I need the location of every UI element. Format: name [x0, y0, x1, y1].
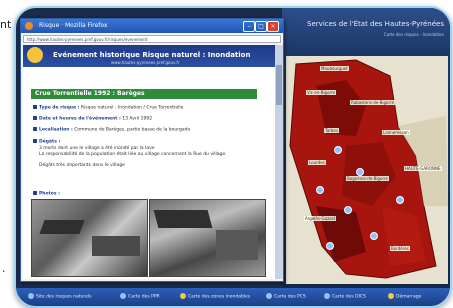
- event-title: Crue Torrentielle 1992 : Barèges: [35, 90, 145, 97]
- banner-url: www.hautes-pyrenees.pref.gouv.fr: [111, 60, 180, 65]
- field-date: Date et heures de l'événement : 13 Avril…: [33, 116, 152, 122]
- map-label: Bordères: [390, 246, 410, 251]
- flood-photo[interactable]: [31, 199, 148, 277]
- window-scrollbar[interactable]: [275, 45, 283, 279]
- field-risk-type: Type de risque : Risque naturel - Inonda…: [33, 105, 183, 111]
- flood-photo[interactable]: [149, 199, 266, 277]
- map-header: Services de l'État des Hautes-Pyrénées C…: [282, 8, 450, 58]
- window-title: Risque · Mozilla Firefox: [39, 22, 108, 29]
- photo-detail: [39, 220, 85, 234]
- map-label: Lourdes: [308, 160, 326, 165]
- map-marker[interactable]: [344, 206, 352, 214]
- map-label: Vic-en-Bigorre: [306, 90, 337, 95]
- field-label: Type de risque :: [39, 105, 80, 111]
- field-value: Commune de Barèges, partie basse de la b…: [74, 127, 191, 133]
- bullet-icon: [33, 139, 37, 143]
- screen-frame: Services de l'État des Hautes-Pyrénées C…: [14, 6, 452, 308]
- damage-line: Dégâts très importants dans le village: [39, 163, 125, 168]
- field-value: Risque naturel - Inondation / Crue Torre…: [80, 105, 184, 111]
- map-marker[interactable]: [356, 168, 364, 176]
- firefox-icon: [25, 22, 33, 30]
- address-bar[interactable]: http://www.hautes-pyrenees.pref.gouv.fr/…: [23, 35, 281, 43]
- taskbar-item[interactable]: Carte des DICS: [324, 293, 366, 300]
- map-marker[interactable]: [326, 242, 334, 250]
- browser-window: Risque · Mozilla Firefox – □ × http://ww…: [20, 18, 284, 282]
- start-button[interactable]: Démarrage: [388, 293, 421, 300]
- field-label: Localisation :: [39, 127, 73, 133]
- photo-detail: [216, 230, 258, 260]
- map-marker[interactable]: [370, 232, 378, 240]
- warning-icon: [27, 47, 43, 63]
- app-icon: [266, 293, 272, 299]
- taskbar-item[interactable]: Carte des PCS: [266, 293, 306, 300]
- scrollbar-thumb[interactable]: [276, 65, 282, 105]
- bullet-icon: [33, 191, 37, 195]
- taskbar-item[interactable]: Site des risques naturels: [28, 293, 92, 300]
- map-label: Maubourguet: [320, 66, 349, 71]
- page-content: Evénement historique Risque naturel : In…: [23, 45, 279, 279]
- map-marker[interactable]: [396, 196, 404, 204]
- map-label: Tarbes: [324, 128, 339, 133]
- field-label: Dégâts :: [39, 139, 61, 145]
- app-icon: [324, 293, 330, 299]
- map-marker[interactable]: [316, 186, 324, 194]
- outer-bottom-text: .: [2, 262, 6, 275]
- taskbar-item[interactable]: Carte des zones inondables: [180, 293, 250, 300]
- bullet-icon: [33, 105, 37, 109]
- photo-detail: [92, 236, 140, 256]
- app-icon: [180, 293, 186, 299]
- map-app-title: Services de l'État des Hautes-Pyrénées: [307, 20, 444, 28]
- taskbar-item[interactable]: Carte des PPR: [120, 293, 160, 300]
- maximize-button[interactable]: □: [255, 21, 267, 32]
- damage-line: La responsabilité de la population était…: [39, 152, 227, 157]
- minimize-button[interactable]: –: [243, 21, 255, 32]
- damage-line: 3 morts dont une le village a été inondé…: [39, 146, 155, 151]
- taskbar: Site des risques naturels Carte des PPR …: [16, 288, 450, 306]
- map-label: HAUTE-GARONNE: [404, 166, 442, 171]
- close-button[interactable]: ×: [267, 21, 279, 32]
- photos-label: Photos :: [33, 191, 60, 197]
- outer-left-text: nt: [0, 18, 12, 31]
- start-icon: [388, 293, 394, 299]
- field-damage: Dégâts :: [33, 139, 60, 145]
- bullet-icon: [33, 127, 37, 131]
- app-icon: [120, 293, 126, 299]
- map-label: Rabastens-de-Bigorre: [350, 100, 396, 105]
- page-banner: Evénement historique Risque naturel : In…: [23, 45, 279, 67]
- map-label: Lannemezan: [382, 130, 410, 135]
- map-app-subtitle: Carte des risques - Inondation: [383, 32, 444, 37]
- map-label: Bagnères-de-Bigorre: [346, 176, 390, 181]
- app-icon: [28, 293, 34, 299]
- banner-title: Evénement historique Risque naturel : In…: [53, 51, 251, 59]
- map-label: Argelès-Gazost: [304, 216, 337, 221]
- field-location: Localisation : Commune de Barèges, parti…: [33, 127, 190, 133]
- map-marker[interactable]: [334, 146, 342, 154]
- field-value: 13 Avril 1992: [122, 116, 153, 122]
- window-titlebar[interactable]: Risque · Mozilla Firefox – □ ×: [21, 19, 283, 33]
- bullet-icon: [33, 116, 37, 120]
- field-label: Date et heures de l'événement :: [39, 116, 121, 122]
- photo-detail: [153, 210, 213, 228]
- risk-map[interactable]: Maubourguet Vic-en-Bigorre Rabastens-de-…: [286, 56, 448, 284]
- map-application: Services de l'État des Hautes-Pyrénées C…: [282, 8, 450, 288]
